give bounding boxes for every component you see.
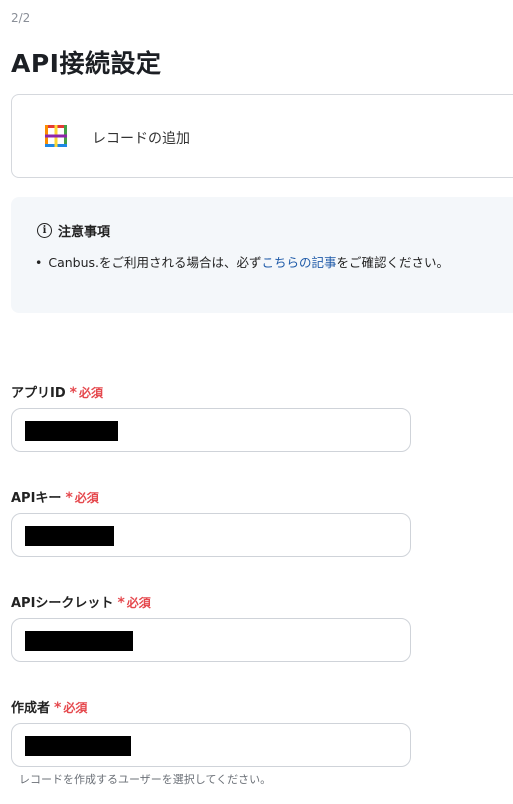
creator-hint: レコードを作成するユーザーを選択してください。 bbox=[19, 773, 272, 786]
notice-text-before: Canbus.をご利用される場合は、必ず bbox=[48, 255, 262, 270]
app-id-input[interactable] bbox=[11, 408, 411, 452]
page-title: API接続設定 bbox=[11, 49, 162, 78]
creator-input[interactable] bbox=[11, 723, 411, 767]
canbus-logo-icon bbox=[45, 125, 67, 147]
field-label-app-id: アプリID * 必須 bbox=[11, 382, 103, 401]
field-label-text: アプリID bbox=[11, 386, 66, 401]
required-asterisk-icon: * bbox=[69, 385, 77, 401]
notice-box: i 注意事項 • Canbus.をご利用される場合は、必ずこちらの記事をご確認くだ… bbox=[11, 197, 513, 313]
field-label-creator: 作成者 * 必須 bbox=[11, 697, 87, 716]
field-label-text: APIシークレット bbox=[11, 596, 114, 611]
required-text: 必須 bbox=[74, 491, 99, 505]
field-label-api-secret: APIシークレット * 必須 bbox=[11, 592, 151, 611]
info-icon: i bbox=[37, 223, 52, 238]
redacted-value bbox=[25, 526, 114, 546]
notice-item: • Canbus.をご利用される場合は、必ずこちらの記事をご確認ください。 bbox=[35, 252, 449, 271]
notice-header: i 注意事項 bbox=[37, 221, 110, 240]
required-text: 必須 bbox=[126, 596, 151, 610]
app-action-label: レコードの追加 bbox=[92, 131, 190, 147]
required-asterisk-icon: * bbox=[117, 595, 125, 611]
redacted-value bbox=[25, 631, 133, 651]
app-action-card[interactable]: レコードの追加 bbox=[11, 94, 513, 178]
required-text: 必須 bbox=[63, 701, 88, 715]
article-link[interactable]: こちらの記事 bbox=[262, 255, 337, 270]
api-key-input[interactable] bbox=[11, 513, 411, 557]
bullet-icon: • bbox=[35, 255, 43, 270]
required-asterisk-icon: * bbox=[65, 490, 73, 506]
redacted-value bbox=[25, 736, 131, 756]
notice-text-after: をご確認ください。 bbox=[336, 255, 450, 270]
redacted-value bbox=[25, 421, 118, 441]
field-label-text: APIキー bbox=[11, 491, 62, 506]
required-asterisk-icon: * bbox=[54, 700, 62, 716]
field-label-text: 作成者 bbox=[11, 701, 51, 716]
required-badge: * 必須 bbox=[65, 490, 99, 506]
api-secret-input[interactable] bbox=[11, 618, 411, 662]
field-label-api-key: APIキー * 必須 bbox=[11, 487, 99, 506]
required-badge: * 必須 bbox=[117, 595, 151, 611]
notice-title: 注意事項 bbox=[58, 225, 111, 240]
step-indicator: 2/2 bbox=[11, 11, 31, 25]
required-badge: * 必須 bbox=[69, 385, 103, 401]
required-text: 必須 bbox=[78, 386, 103, 400]
required-badge: * 必須 bbox=[54, 700, 88, 716]
